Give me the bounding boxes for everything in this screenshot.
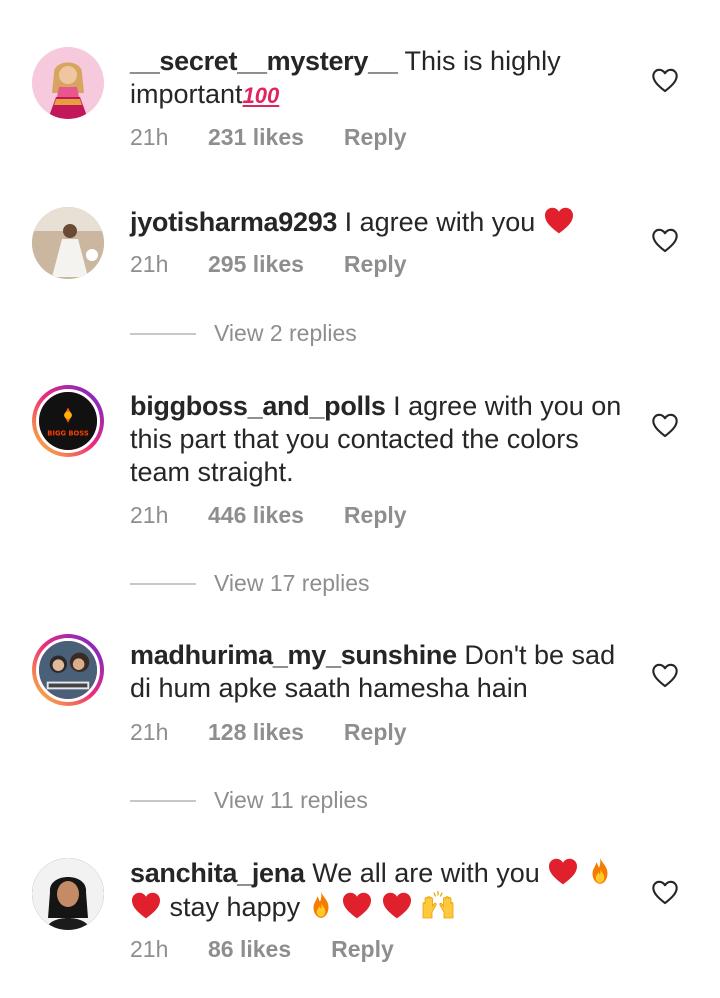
comment-likes[interactable]: 86 likes [208, 936, 291, 963]
avatar-image-frame: BIGG BOSS [36, 389, 100, 453]
like-heart-icon[interactable] [651, 662, 679, 688]
comment-body: sanchita_jena We all are with you stay h… [130, 856, 630, 924]
fire-emoji [587, 856, 613, 886]
fire-emoji [308, 890, 334, 920]
comment-text-continued: stay happy [169, 892, 301, 922]
comment-body: biggboss_and_polls I agree with you on t… [130, 390, 630, 489]
comment-time: 21h [130, 251, 169, 277]
avatar[interactable] [32, 47, 104, 119]
comment-time: 21h [130, 502, 169, 528]
comment-time: 21h [130, 719, 169, 745]
reply-button[interactable]: Reply [344, 719, 407, 746]
comment-username[interactable]: madhurima_my_sunshine [130, 640, 457, 670]
comment-likes[interactable]: 295 likes [208, 251, 304, 278]
comment-meta: 21h 295 likes Reply [130, 251, 407, 278]
reply-button[interactable]: Reply [344, 251, 407, 278]
comment-meta: 21h 446 likes Reply [130, 502, 407, 529]
comment-meta: 21h 128 likes Reply [130, 719, 407, 746]
view-replies-button[interactable]: View 17 replies [130, 570, 370, 597]
red-heart-emoji [341, 890, 373, 920]
view-replies-label: View 17 replies [214, 570, 370, 596]
comment-username[interactable]: sanchita_jena [130, 858, 305, 888]
avatar-image: BIGG BOSS [39, 392, 97, 450]
comment-body: __secret__mystery__ This is highly impor… [130, 45, 630, 112]
avatar-image-frame [36, 638, 100, 702]
comment-time: 21h [130, 124, 169, 150]
avatar[interactable] [32, 207, 104, 279]
comment-body: madhurima_my_sunshine Don't be sad di hu… [130, 639, 630, 705]
comment-meta: 21h 231 likes Reply [130, 124, 407, 151]
comment-username[interactable]: jyotisharma9293 [130, 207, 337, 237]
divider-line [130, 582, 196, 585]
like-heart-icon[interactable] [651, 227, 679, 253]
comment-likes[interactable]: 128 likes [208, 719, 304, 746]
comment-time: 21h [130, 936, 169, 962]
avatar[interactable]: BIGG BOSS [32, 385, 104, 457]
avatar-image [32, 47, 104, 119]
avatar[interactable] [32, 634, 104, 706]
comment-text: We all are with you [312, 858, 540, 888]
comment-meta: 21h 86 likes Reply [130, 936, 394, 963]
avatar-image [32, 207, 104, 279]
comments-list: __secret__mystery__ This is highly impor… [0, 0, 720, 998]
divider-line [130, 332, 196, 335]
divider-line [130, 799, 196, 802]
comment-likes[interactable]: 231 likes [208, 124, 304, 151]
avatar[interactable] [32, 858, 104, 930]
red-heart-emoji [543, 205, 575, 235]
comment-text: I agree with you [344, 207, 536, 237]
like-heart-icon[interactable] [651, 412, 679, 438]
comment-username[interactable]: biggboss_and_polls [130, 391, 386, 421]
comment-body: jyotisharma9293 I agree with you [130, 205, 630, 239]
red-heart-emoji [381, 890, 413, 920]
avatar-image [32, 858, 104, 930]
like-heart-icon[interactable] [651, 879, 679, 905]
red-heart-emoji [547, 856, 579, 886]
reply-button[interactable]: Reply [344, 124, 407, 151]
view-replies-label: View 2 replies [214, 320, 357, 346]
red-heart-emoji [130, 890, 162, 920]
like-heart-icon[interactable] [651, 67, 679, 93]
raised-hands-emoji [420, 890, 456, 920]
view-replies-button[interactable]: View 2 replies [130, 320, 357, 347]
view-replies-label: View 11 replies [214, 787, 368, 813]
avatar-logo-text: BIGG BOSS [47, 430, 89, 438]
reply-button[interactable]: Reply [344, 502, 407, 529]
reply-button[interactable]: Reply [331, 936, 394, 963]
view-replies-button[interactable]: View 11 replies [130, 787, 368, 814]
avatar-image [39, 641, 97, 699]
hundred-points-emoji: 100 [242, 83, 280, 108]
comment-likes[interactable]: 446 likes [208, 502, 304, 529]
comment-username[interactable]: __secret__mystery__ [130, 46, 398, 76]
